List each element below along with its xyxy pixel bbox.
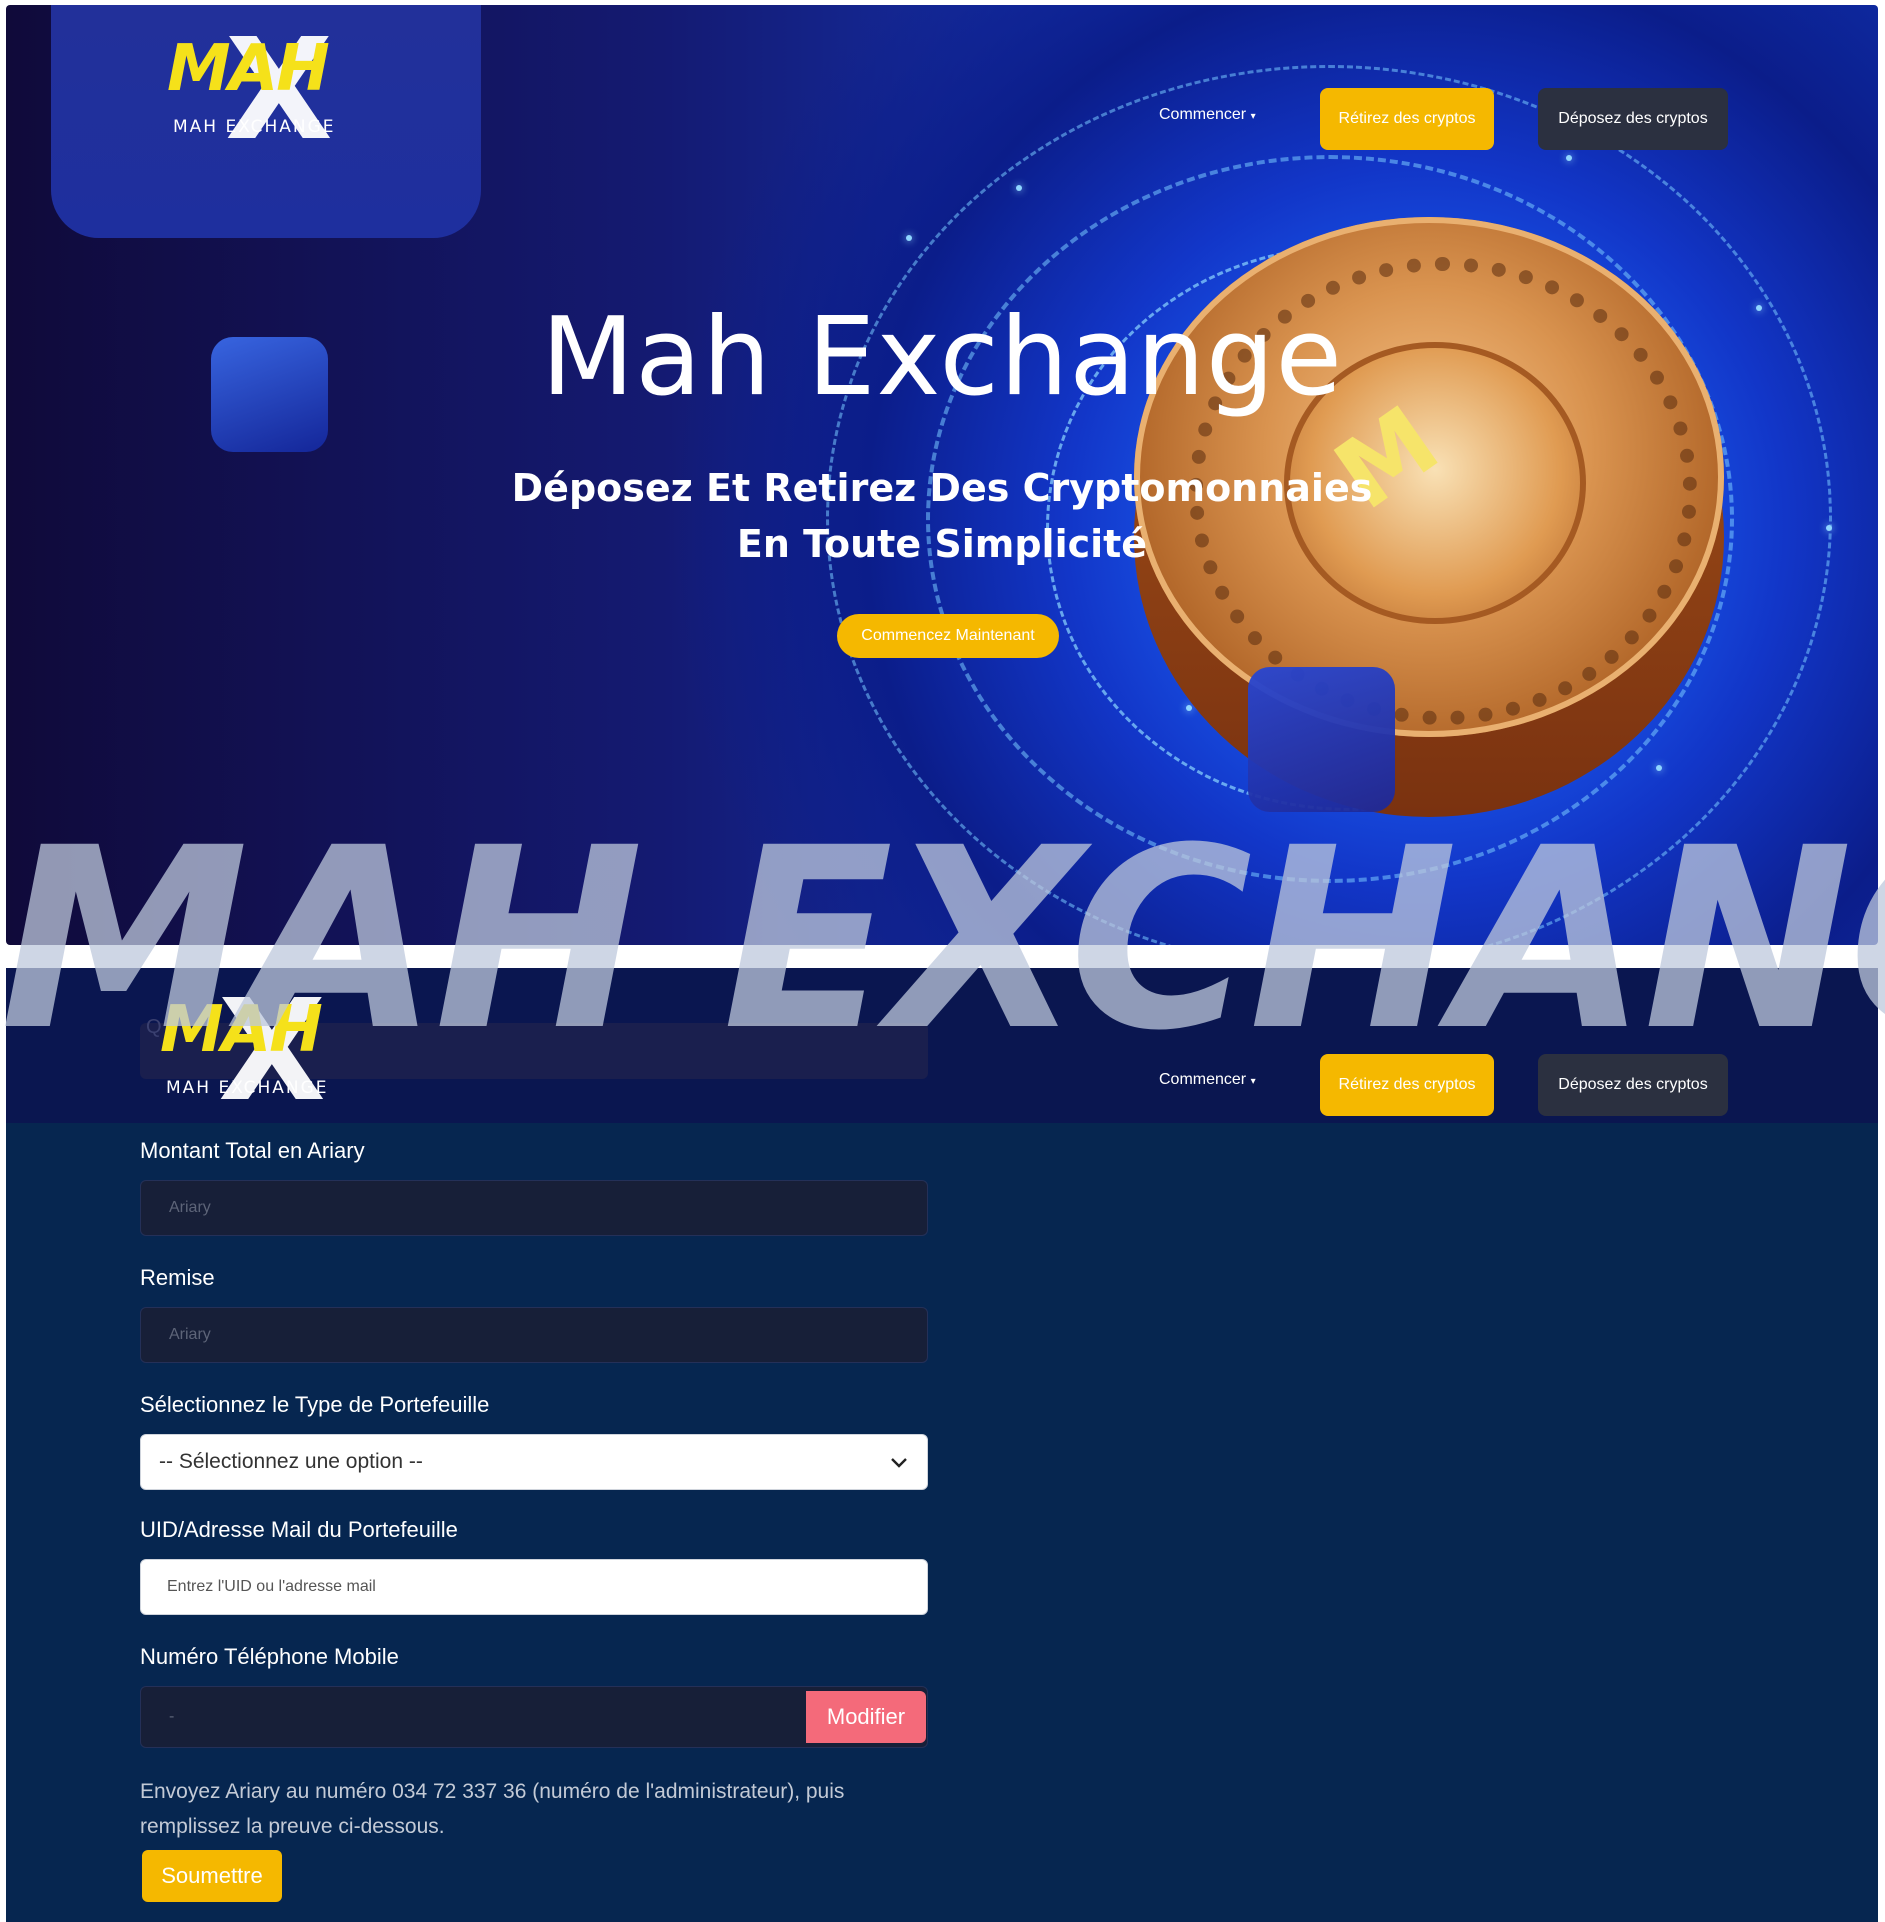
discount-label: Remise — [140, 1265, 215, 1290]
nav-start-label: Commencer — [1159, 106, 1247, 123]
crypto-form-panel: Q X MAH MAH EXCHANGE Commencer ▾ Rétirez… — [6, 968, 1878, 1922]
modify-phone-button[interactable]: Modifier — [806, 1691, 926, 1743]
hero-title: Mah Exchange — [541, 295, 1343, 420]
wallet-uid-placeholder: Entrez l'UID ou l'adresse mail — [167, 1578, 376, 1595]
nav-start-dropdown[interactable]: Commencer ▾ — [1159, 1071, 1256, 1089]
discount-input[interactable]: Ariary — [140, 1307, 928, 1363]
withdraw-crypto-label: Rétirez des cryptos — [1338, 110, 1476, 127]
decor-square — [1248, 667, 1395, 812]
deposit-crypto-label: Déposez des cryptos — [1558, 1076, 1708, 1093]
hero-section: M X MAH MAH EXCHANGE Commencer ▾ Rétirez… — [6, 5, 1878, 945]
wallet-uid-input[interactable]: Entrez l'UID ou l'adresse mail — [140, 1559, 928, 1615]
total-amount-label: Montant Total en Ariary — [140, 1138, 365, 1163]
submit-label: Soumettre — [161, 1863, 263, 1888]
hero-subtitle-line2: En Toute Simplicité — [736, 522, 1148, 566]
withdraw-crypto-button[interactable]: Rétirez des cryptos — [1320, 1054, 1494, 1116]
logo-main-text: MAH — [160, 993, 323, 1067]
logo-card: X MAH MAH EXCHANGE — [51, 5, 481, 238]
deposit-crypto-button[interactable]: Déposez des cryptos — [1538, 1054, 1728, 1116]
withdraw-crypto-label: Rétirez des cryptos — [1338, 1076, 1476, 1093]
wallet-uid-label: UID/Adresse Mail du Portefeuille — [140, 1517, 458, 1542]
form-header-bar: Q X MAH MAH EXCHANGE Commencer ▾ Rétirez… — [6, 968, 1878, 1123]
nav-start-dropdown[interactable]: Commencer ▾ — [1159, 106, 1256, 124]
total-amount-input[interactable]: Ariary — [140, 1180, 928, 1236]
caret-down-icon: ▾ — [1250, 111, 1256, 122]
nav-start-label: Commencer — [1159, 1071, 1247, 1088]
wallet-type-value: -- Sélectionnez une option -- — [159, 1450, 423, 1473]
start-now-button[interactable]: Commencez Maintenant — [837, 614, 1059, 658]
chevron-down-icon — [891, 1450, 907, 1474]
deposit-crypto-label: Déposez des cryptos — [1558, 110, 1708, 127]
logo-sub-text: MAH EXCHANGE — [166, 1078, 329, 1098]
start-now-label: Commencez Maintenant — [861, 627, 1035, 644]
caret-down-icon: ▾ — [1250, 1076, 1256, 1087]
decor-dot — [1566, 155, 1572, 161]
withdraw-crypto-button[interactable]: Rétirez des cryptos — [1320, 88, 1494, 150]
submit-button[interactable]: Soumettre — [142, 1850, 282, 1902]
phone-value: - — [169, 1708, 175, 1725]
decor-dot — [906, 235, 912, 241]
wallet-type-label: Sélectionnez le Type de Portefeuille — [140, 1392, 490, 1417]
deposit-crypto-button[interactable]: Déposez des cryptos — [1538, 88, 1728, 150]
payment-instruction-text: Envoyez Ariary au numéro 034 72 337 36 (… — [140, 1780, 845, 1838]
modify-phone-label: Modifier — [826, 1704, 906, 1729]
phone-label: Numéro Téléphone Mobile — [140, 1644, 399, 1669]
decor-dot — [1016, 185, 1022, 191]
brand-logo[interactable]: X MAH MAH EXCHANGE — [167, 21, 377, 161]
brand-logo[interactable]: X MAH MAH EXCHANGE — [160, 982, 370, 1122]
hero-subtitle-line1: Déposez Et Retirez Des Cryptomonnaies — [511, 466, 1373, 510]
logo-sub-text: MAH EXCHANGE — [173, 117, 336, 137]
logo-main-text: MAH — [167, 32, 330, 106]
hero-subtitle: Déposez Et Retirez Des Cryptomonnaies En… — [6, 460, 1878, 572]
wallet-type-select[interactable]: -- Sélectionnez une option -- — [140, 1434, 928, 1490]
